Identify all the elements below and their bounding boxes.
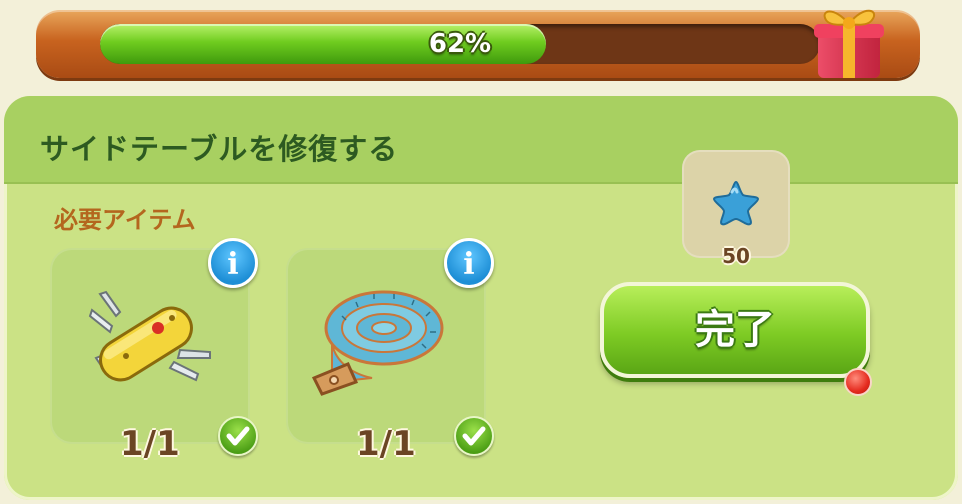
item-count: 1/1 <box>356 424 416 464</box>
required-items-label: 必要アイテム <box>54 206 196 234</box>
task-title: サイドテーブルを修復する <box>40 132 399 166</box>
item-info-button[interactable]: i <box>444 238 494 288</box>
item-count: 1/1 <box>120 424 180 464</box>
task-header: サイドテーブルを修復する <box>4 96 958 184</box>
complete-button[interactable]: 完了 <box>600 282 870 378</box>
gift-box-icon[interactable] <box>806 0 890 82</box>
complete-check-icon <box>218 416 258 456</box>
reward-amount: 50 <box>722 244 750 268</box>
progress-percent-label: 62% <box>428 29 492 59</box>
notification-dot <box>844 368 872 396</box>
reward-tile <box>682 150 790 258</box>
measuring-tape-icon <box>312 290 444 396</box>
item-info-button[interactable]: i <box>208 238 258 288</box>
blue-star-icon <box>712 180 760 226</box>
pocket-knife-icon <box>88 290 211 382</box>
complete-check-icon <box>454 416 494 456</box>
complete-button-label: 完了 <box>695 307 775 353</box>
